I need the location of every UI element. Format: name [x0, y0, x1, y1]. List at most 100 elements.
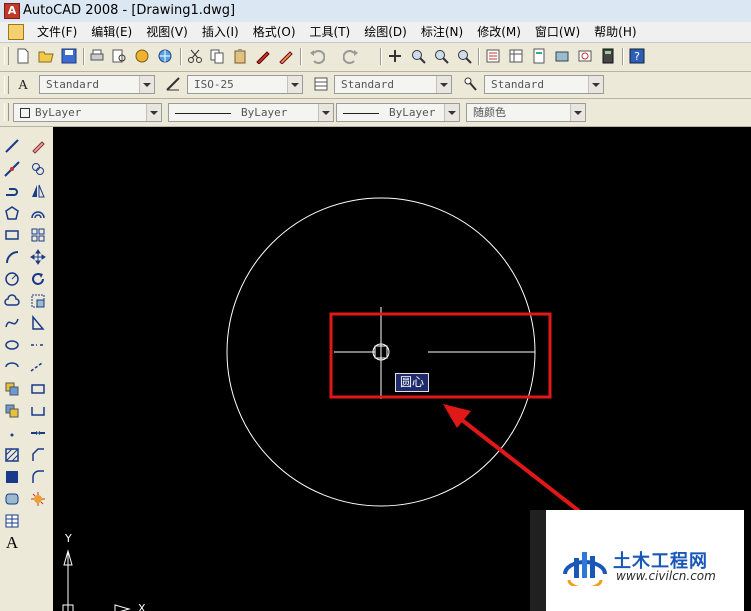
- revision-cloud-icon[interactable]: [2, 291, 22, 311]
- menu-window[interactable]: 窗口(W): [528, 24, 587, 40]
- help-icon[interactable]: ?: [628, 47, 646, 65]
- properties-toolbar: ByLayer ByLayer ByLayer 随颜色: [0, 99, 751, 127]
- offset-icon[interactable]: [28, 203, 48, 223]
- window-title: AutoCAD 2008 - [Drawing1.dwg]: [23, 3, 236, 18]
- design-center-icon[interactable]: [507, 47, 525, 65]
- menu-tools[interactable]: 工具(T): [303, 24, 358, 40]
- menu-draw[interactable]: 绘图(D): [357, 24, 414, 40]
- block-editor-icon[interactable]: [277, 47, 295, 65]
- make-block-icon[interactable]: [2, 401, 22, 421]
- construction-line-icon[interactable]: [2, 159, 22, 179]
- table-style-select[interactable]: Standard: [334, 75, 452, 94]
- erase-icon[interactable]: [28, 136, 48, 156]
- lineweight-control-value: ByLayer: [389, 106, 436, 119]
- break-at-point-icon[interactable]: [28, 379, 48, 399]
- match-properties-icon[interactable]: [254, 47, 272, 65]
- menu-view[interactable]: 视图(V): [139, 24, 195, 40]
- toolbar-grip[interactable]: [4, 47, 9, 65]
- region-icon[interactable]: [2, 489, 22, 509]
- cut-icon[interactable]: [186, 47, 204, 65]
- chamfer-icon[interactable]: [28, 445, 48, 465]
- extend-icon[interactable]: [28, 357, 48, 377]
- watermark-dark-edge: [530, 510, 546, 611]
- markup-set-icon[interactable]: [576, 47, 594, 65]
- line-icon[interactable]: [2, 136, 22, 156]
- paste-icon[interactable]: [231, 47, 249, 65]
- document-icon[interactable]: [8, 24, 24, 40]
- linetype-control-select[interactable]: ByLayer: [168, 103, 334, 122]
- hatch-icon[interactable]: [2, 445, 22, 465]
- publish-web-icon[interactable]: [156, 47, 174, 65]
- publish-icon[interactable]: [133, 47, 151, 65]
- gradient-icon[interactable]: [2, 467, 22, 487]
- ellipse-arc-icon[interactable]: [2, 357, 22, 377]
- dim-style-icon[interactable]: [164, 75, 182, 93]
- redo-icon[interactable]: [342, 47, 360, 65]
- zoom-realtime-icon[interactable]: [409, 47, 427, 65]
- zoom-window-icon[interactable]: [432, 47, 450, 65]
- scale-icon[interactable]: [28, 291, 48, 311]
- polyline-icon[interactable]: [2, 181, 22, 201]
- multileader-style-value: Standard: [491, 78, 544, 91]
- zoom-previous-icon[interactable]: [455, 47, 473, 65]
- standard-toolbar: ?: [0, 43, 751, 72]
- lineweight-control-select[interactable]: ByLayer: [336, 103, 460, 122]
- stretch-icon[interactable]: [28, 313, 48, 333]
- spline-icon[interactable]: [2, 313, 22, 333]
- open-file-icon[interactable]: [37, 47, 55, 65]
- color-control-select[interactable]: ByLayer: [13, 103, 162, 122]
- point-icon[interactable]: [2, 425, 22, 445]
- plot-icon[interactable]: [88, 47, 106, 65]
- table-style-value: Standard: [341, 78, 394, 91]
- autocad-app-icon[interactable]: A: [4, 3, 20, 19]
- menu-dimension[interactable]: 标注(N): [414, 24, 470, 40]
- menu-edit[interactable]: 编辑(E): [84, 24, 139, 40]
- move-icon[interactable]: [28, 247, 48, 267]
- insert-block-icon[interactable]: [2, 379, 22, 399]
- table-style-icon[interactable]: [312, 75, 330, 93]
- rectangle-icon[interactable]: [2, 225, 22, 245]
- table-icon[interactable]: [2, 511, 22, 531]
- trim-icon[interactable]: [28, 335, 48, 355]
- multiline-text-icon[interactable]: A: [2, 533, 22, 553]
- menu-help[interactable]: 帮助(H): [587, 24, 643, 40]
- polygon-icon[interactable]: [2, 203, 22, 223]
- new-file-icon[interactable]: [14, 47, 32, 65]
- rotate-icon[interactable]: [28, 269, 48, 289]
- multileader-style-icon[interactable]: [461, 75, 479, 93]
- text-style-icon[interactable]: A: [14, 75, 32, 93]
- text-style-select[interactable]: Standard: [39, 75, 155, 94]
- watermark-url: www.civilcn.com: [616, 569, 716, 583]
- break-icon[interactable]: [28, 401, 48, 421]
- toolbar-grip[interactable]: [4, 103, 9, 121]
- plot-preview-icon[interactable]: [110, 47, 128, 65]
- copy-object-icon[interactable]: [28, 159, 48, 179]
- calculator-icon[interactable]: [599, 47, 617, 65]
- fillet-icon[interactable]: [28, 467, 48, 487]
- undo-icon[interactable]: [308, 47, 326, 65]
- dim-style-select[interactable]: ISO-25: [187, 75, 303, 94]
- sheet-set-icon[interactable]: [553, 47, 571, 65]
- array-icon[interactable]: [28, 225, 48, 245]
- ellipse-icon[interactable]: [2, 335, 22, 355]
- tool-palettes-icon[interactable]: [530, 47, 548, 65]
- properties-icon[interactable]: [484, 47, 502, 65]
- menu-file[interactable]: 文件(F): [30, 24, 84, 40]
- multileader-style-select[interactable]: Standard: [484, 75, 604, 94]
- color-control-value: ByLayer: [35, 106, 82, 119]
- plot-style-control-select[interactable]: 随颜色: [466, 103, 586, 122]
- menu-format[interactable]: 格式(O): [246, 24, 303, 40]
- toolbar-grip[interactable]: [4, 76, 9, 94]
- menu-modify[interactable]: 修改(M): [470, 24, 528, 40]
- save-icon[interactable]: [60, 47, 78, 65]
- circle-icon[interactable]: [2, 269, 22, 289]
- title-bar: A AutoCAD 2008 - [Drawing1.dwg]: [0, 0, 751, 23]
- arc-icon[interactable]: [2, 247, 22, 267]
- explode-icon[interactable]: [28, 489, 48, 509]
- pan-realtime-icon[interactable]: [386, 47, 404, 65]
- menu-insert[interactable]: 插入(I): [195, 24, 246, 40]
- svg-text:A: A: [18, 78, 29, 92]
- mirror-icon[interactable]: [28, 181, 48, 201]
- copy-icon[interactable]: [208, 47, 226, 65]
- join-icon[interactable]: [28, 423, 48, 443]
